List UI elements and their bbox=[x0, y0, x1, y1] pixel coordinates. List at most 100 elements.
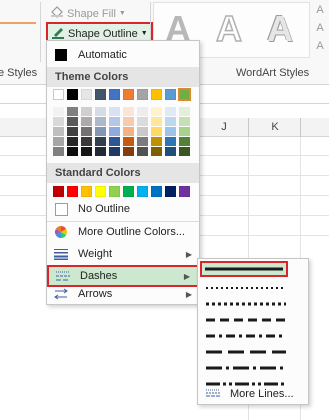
theme-shade-swatch[interactable] bbox=[179, 107, 190, 116]
theme-shade-swatch[interactable] bbox=[109, 107, 120, 116]
theme-shade-swatch[interactable] bbox=[165, 127, 176, 136]
theme-shade-swatch[interactable] bbox=[109, 147, 120, 156]
theme-shade-swatch[interactable] bbox=[81, 127, 92, 136]
weight-item[interactable]: Weight ▶ bbox=[47, 243, 199, 265]
theme-shade-swatch[interactable] bbox=[123, 107, 134, 116]
dash-style-long-dash-dot[interactable] bbox=[201, 360, 291, 376]
theme-shade-swatch[interactable] bbox=[137, 107, 148, 116]
theme-shade-swatch[interactable] bbox=[179, 117, 190, 126]
black-swatch-icon bbox=[50, 49, 72, 61]
theme-shade-swatch[interactable] bbox=[123, 137, 134, 146]
column-j-header[interactable]: J bbox=[200, 121, 248, 133]
theme-shade-swatch[interactable] bbox=[67, 127, 78, 136]
theme-shade-swatch[interactable] bbox=[67, 117, 78, 126]
theme-shade-swatch[interactable] bbox=[53, 147, 64, 156]
theme-shade-swatch[interactable] bbox=[151, 107, 162, 116]
theme-shade-swatch[interactable] bbox=[53, 127, 64, 136]
dash-style-solid[interactable] bbox=[200, 261, 288, 277]
theme-color-swatch[interactable] bbox=[165, 89, 176, 100]
standard-color-swatch[interactable] bbox=[67, 186, 78, 197]
theme-shade-swatch[interactable] bbox=[109, 137, 120, 146]
arrows-item[interactable]: Arrows ▶ bbox=[47, 283, 199, 305]
dashes-label: Dashes bbox=[80, 270, 118, 282]
theme-shade-swatch[interactable] bbox=[137, 117, 148, 126]
line-weight-icon bbox=[50, 248, 72, 260]
theme-color-swatch[interactable] bbox=[123, 89, 134, 100]
theme-shade-swatch[interactable] bbox=[151, 147, 162, 156]
standard-color-swatch[interactable] bbox=[53, 186, 64, 197]
shape-fill-button[interactable]: Shape Fill ▼ bbox=[50, 6, 126, 21]
wordart-styles-group-label: WordArt Styles bbox=[236, 67, 310, 79]
theme-shade-swatch[interactable] bbox=[95, 107, 106, 116]
automatic-color-item[interactable]: Automatic bbox=[47, 44, 199, 66]
theme-color-swatch-selected[interactable] bbox=[178, 88, 191, 101]
theme-shade-swatch[interactable] bbox=[179, 147, 190, 156]
theme-color-swatch[interactable] bbox=[109, 89, 120, 100]
standard-color-swatch[interactable] bbox=[179, 186, 190, 197]
theme-shade-swatch[interactable] bbox=[151, 117, 162, 126]
standard-color-swatch[interactable] bbox=[95, 186, 106, 197]
theme-color-swatch[interactable] bbox=[151, 89, 162, 100]
standard-color-swatch[interactable] bbox=[81, 186, 92, 197]
theme-shade-swatch[interactable] bbox=[53, 137, 64, 146]
dash-style-round-dot[interactable] bbox=[201, 280, 291, 296]
arrows-icon bbox=[50, 288, 72, 300]
theme-color-swatch[interactable] bbox=[95, 89, 106, 100]
more-lines-item[interactable]: More Lines... bbox=[198, 385, 306, 403]
theme-shade-swatch[interactable] bbox=[179, 137, 190, 146]
dash-style-long-dash[interactable] bbox=[201, 344, 291, 360]
theme-shade-swatch[interactable] bbox=[67, 107, 78, 116]
standard-color-swatch[interactable] bbox=[165, 186, 176, 197]
no-outline-item[interactable]: No Outline bbox=[47, 198, 199, 220]
theme-shade-swatch[interactable] bbox=[151, 127, 162, 136]
dash-style-square-dot[interactable] bbox=[201, 296, 291, 312]
column-k-header[interactable]: K bbox=[250, 121, 300, 133]
theme-shade-swatch[interactable] bbox=[137, 147, 148, 156]
text-outline-icon[interactable]: A bbox=[314, 22, 326, 34]
standard-color-swatch[interactable] bbox=[123, 186, 134, 197]
theme-colors-row bbox=[53, 88, 193, 103]
theme-shade-swatch[interactable] bbox=[67, 147, 78, 156]
theme-color-swatch[interactable] bbox=[81, 89, 92, 100]
theme-shade-swatch[interactable] bbox=[165, 147, 176, 156]
dash-style-dash-dot[interactable] bbox=[201, 328, 291, 344]
text-fill-icon[interactable]: A bbox=[314, 4, 326, 16]
theme-shade-swatch[interactable] bbox=[81, 117, 92, 126]
theme-color-swatch[interactable] bbox=[67, 89, 78, 100]
wordart-style-outline[interactable]: A bbox=[207, 6, 251, 52]
theme-shade-swatch[interactable] bbox=[81, 137, 92, 146]
shape-styles-group-label: e Styles bbox=[0, 67, 38, 79]
standard-color-swatch[interactable] bbox=[137, 186, 148, 197]
standard-color-swatch[interactable] bbox=[151, 186, 162, 197]
theme-shade-swatch[interactable] bbox=[53, 107, 64, 116]
more-outline-colors-item[interactable]: More Outline Colors... bbox=[47, 221, 199, 243]
theme-shade-swatch[interactable] bbox=[179, 127, 190, 136]
standard-color-swatch[interactable] bbox=[109, 186, 120, 197]
theme-shade-swatch[interactable] bbox=[67, 137, 78, 146]
theme-shade-swatch[interactable] bbox=[109, 117, 120, 126]
theme-shade-swatch[interactable] bbox=[53, 117, 64, 126]
theme-shade-swatch[interactable] bbox=[95, 147, 106, 156]
theme-shade-swatch[interactable] bbox=[95, 117, 106, 126]
theme-shade-swatch[interactable] bbox=[165, 137, 176, 146]
theme-color-swatch[interactable] bbox=[53, 89, 64, 100]
text-effects-icon[interactable]: A bbox=[314, 40, 326, 52]
dash-style-dash[interactable] bbox=[201, 312, 291, 328]
theme-shade-swatch[interactable] bbox=[123, 127, 134, 136]
theme-shade-swatch[interactable] bbox=[165, 107, 176, 116]
shape-fill-label: Shape Fill bbox=[67, 7, 116, 20]
theme-shade-swatch[interactable] bbox=[95, 137, 106, 146]
theme-shade-swatch[interactable] bbox=[123, 147, 134, 156]
submenu-arrow-icon: ▶ bbox=[183, 271, 190, 281]
theme-color-swatch[interactable] bbox=[137, 89, 148, 100]
theme-shade-swatch[interactable] bbox=[151, 137, 162, 146]
theme-shade-swatch[interactable] bbox=[95, 127, 106, 136]
theme-shade-swatch[interactable] bbox=[81, 147, 92, 156]
theme-shade-swatch[interactable] bbox=[137, 137, 148, 146]
wordart-style-shadow[interactable]: A bbox=[258, 6, 302, 52]
theme-shade-swatch[interactable] bbox=[109, 127, 120, 136]
theme-shade-swatch[interactable] bbox=[137, 127, 148, 136]
theme-shade-swatch[interactable] bbox=[123, 117, 134, 126]
theme-shade-swatch[interactable] bbox=[165, 117, 176, 126]
theme-shade-swatch[interactable] bbox=[81, 107, 92, 116]
